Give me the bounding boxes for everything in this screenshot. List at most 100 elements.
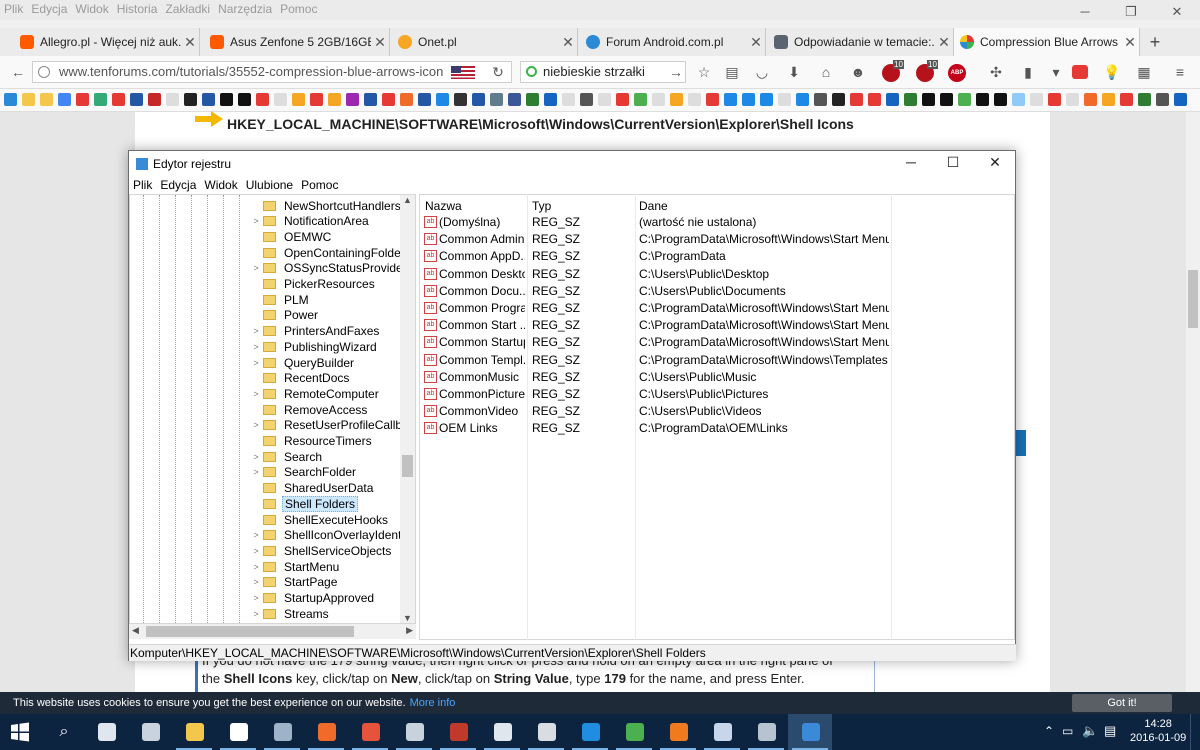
expand-arrow-icon[interactable]: > [251,216,261,226]
taskbar-app-9-button[interactable] [480,714,524,750]
registry-value-row[interactable]: ab Common Docu... REG_SZ C:\Users\Public\Do… [421,283,891,300]
taskbar-chrome-button[interactable] [612,714,656,750]
expand-arrow-icon[interactable]: > [251,577,261,587]
expand-arrow-icon[interactable]: > [251,263,261,273]
bookmark-icon[interactable] [220,93,233,106]
close-tab-icon[interactable]: ✕ [559,34,577,51]
taskbar-firefox-button[interactable] [656,714,700,750]
bookmark-icon[interactable] [796,93,809,106]
expand-arrow-icon[interactable]: > [251,326,261,336]
bookmark-icon[interactable] [292,93,305,106]
close-tab-icon[interactable]: ✕ [371,34,389,51]
menu-edycja[interactable]: Edycja [156,177,200,194]
expand-arrow-icon[interactable]: > [251,358,261,368]
bookmark-icon[interactable] [688,93,701,106]
registry-value-row[interactable]: ab Common Startup REG_SZ C:\ProgramData\Mic… [421,334,891,351]
tab-asus-zenfone[interactable]: Asus Zenfone 5 2GB/16GB... ✕ [204,28,390,56]
menu-narzedzia[interactable]: Narzędzia [214,0,276,18]
taskbar-app-10-button[interactable] [524,714,568,750]
bookmark-icon[interactable] [1138,93,1151,106]
bookmark-icon[interactable] [670,93,683,106]
tab-forum-android[interactable]: Forum Android.com.pl ✕ [580,28,766,56]
close-tab-icon[interactable]: ✕ [935,34,953,51]
taskbar-app-7-button[interactable] [392,714,436,750]
got-it-button[interactable]: Got it! [1072,694,1172,712]
hamburger-menu-icon[interactable]: ≡ [1170,62,1190,82]
bookmark-icon[interactable] [742,93,755,106]
minimize-icon[interactable]: ─ [891,154,931,170]
expand-arrow-icon[interactable]: > [251,546,261,556]
menu-pomoc[interactable]: Pomoc [297,177,342,194]
bookmark-icon[interactable] [130,93,143,106]
home-icon[interactable]: ⌂ [816,62,836,82]
bookmark-icon[interactable] [202,93,215,106]
tree-horizontal-scroll-thumb[interactable] [146,626,354,637]
chevron-up-icon[interactable]: ⌃ [1044,724,1054,738]
tree-node[interactable]: ShellExecuteHooks [251,512,390,527]
notifications-icon[interactable]: ▤ [1104,723,1116,739]
tree-node[interactable]: PLM [251,292,311,307]
menu-plik[interactable]: Plik [129,177,156,194]
new-tab-icon[interactable]: + [1144,30,1166,54]
bookmark-icon[interactable] [40,93,53,106]
bookmark-icon[interactable] [1030,93,1043,106]
menu-plik[interactable]: Plik [0,0,27,18]
bookmark-icon[interactable] [976,93,989,106]
bookmark-icon[interactable] [184,93,197,106]
bookmark-icon[interactable] [400,93,413,106]
taskbar-app-5-button[interactable] [304,714,348,750]
ublock-origin-icon[interactable]: 10 [916,60,938,82]
tree-node[interactable]: > ResetUserProfileCallback [251,418,415,433]
registry-value-row[interactable]: ab CommonMusic REG_SZ C:\Users\Public\Music [421,369,891,386]
taskbar-app-8-button[interactable] [436,714,480,750]
column-header-name[interactable]: Nazwa [425,197,462,215]
scroll-right-icon[interactable]: ▶ [406,625,413,636]
volume-icon[interactable]: 🔈 [1082,723,1098,739]
bookmark-icon[interactable] [1156,93,1169,106]
bookmark-icon[interactable] [148,93,161,106]
bookmark-icon[interactable] [850,93,863,106]
taskbar-store-button[interactable] [216,714,260,750]
scroll-up-icon[interactable]: ▲ [403,195,412,205]
bookmark-icon[interactable] [1174,93,1187,106]
tree-node[interactable]: PickerResources [251,277,377,292]
expand-arrow-icon[interactable]: > [251,452,261,462]
tree-node[interactable]: OpenContainingFolderHi [251,245,415,260]
tree-node[interactable]: > RemoteComputer [251,386,381,401]
bookmark-icon[interactable] [544,93,557,106]
bookmark-icon[interactable] [508,93,521,106]
search-go-icon[interactable]: → [666,62,686,82]
menu-widok[interactable]: Widok [200,177,241,194]
taskbar-app-6-button[interactable] [348,714,392,750]
bookmark-icon[interactable] [724,93,737,106]
tree-node[interactable]: Power [251,308,320,323]
registry-value-row[interactable]: ab OEM Links REG_SZ C:\ProgramData\OEM\Link… [421,420,891,437]
registry-value-row[interactable]: abCommon Progra... REG_SZ C:\ProgramData\M… [421,300,891,317]
bookmark-icon[interactable] [58,93,71,106]
pocket-icon[interactable]: ◡ [752,62,772,82]
lightbulb-icon[interactable]: 💡 [1102,62,1122,82]
registry-value-row[interactable]: ab CommonVideo REG_SZ C:\Users\Public\Video… [421,403,891,420]
bookmark-icon[interactable] [706,93,719,106]
tab-compression-blue-arrows[interactable]: Compression Blue Arrows ... ✕ [954,28,1140,56]
bookmark-icon[interactable] [472,93,485,106]
side-button[interactable] [1015,430,1026,456]
bookmark-icon[interactable] [526,93,539,106]
youtube-icon[interactable] [1072,65,1088,79]
tree-node[interactable]: > PublishingWizard [251,339,379,354]
menu-historia[interactable]: Historia [113,0,162,18]
download-icon[interactable]: ⬇ [784,62,804,82]
tab-odpowiadanie[interactable]: Odpowiadanie w temacie:... ✕ [768,28,954,56]
bookmark-icon[interactable] [940,93,953,106]
bookmark-icon[interactable] [364,93,377,106]
bookmark-icon[interactable] [274,93,287,106]
tree-node[interactable]: > StartupApproved [251,591,376,606]
close-icon[interactable]: ✕ [975,154,1015,171]
bookmark-icon[interactable] [652,93,665,106]
maximize-icon[interactable]: ☐ [933,154,973,171]
bookmark-icon[interactable] [904,93,917,106]
expand-arrow-icon[interactable]: > [251,562,261,572]
tree-node[interactable]: > SearchFolder [251,465,358,480]
menu-zakladki[interactable]: Zakładki [161,0,214,18]
show-desktop-button[interactable] [1190,714,1200,750]
